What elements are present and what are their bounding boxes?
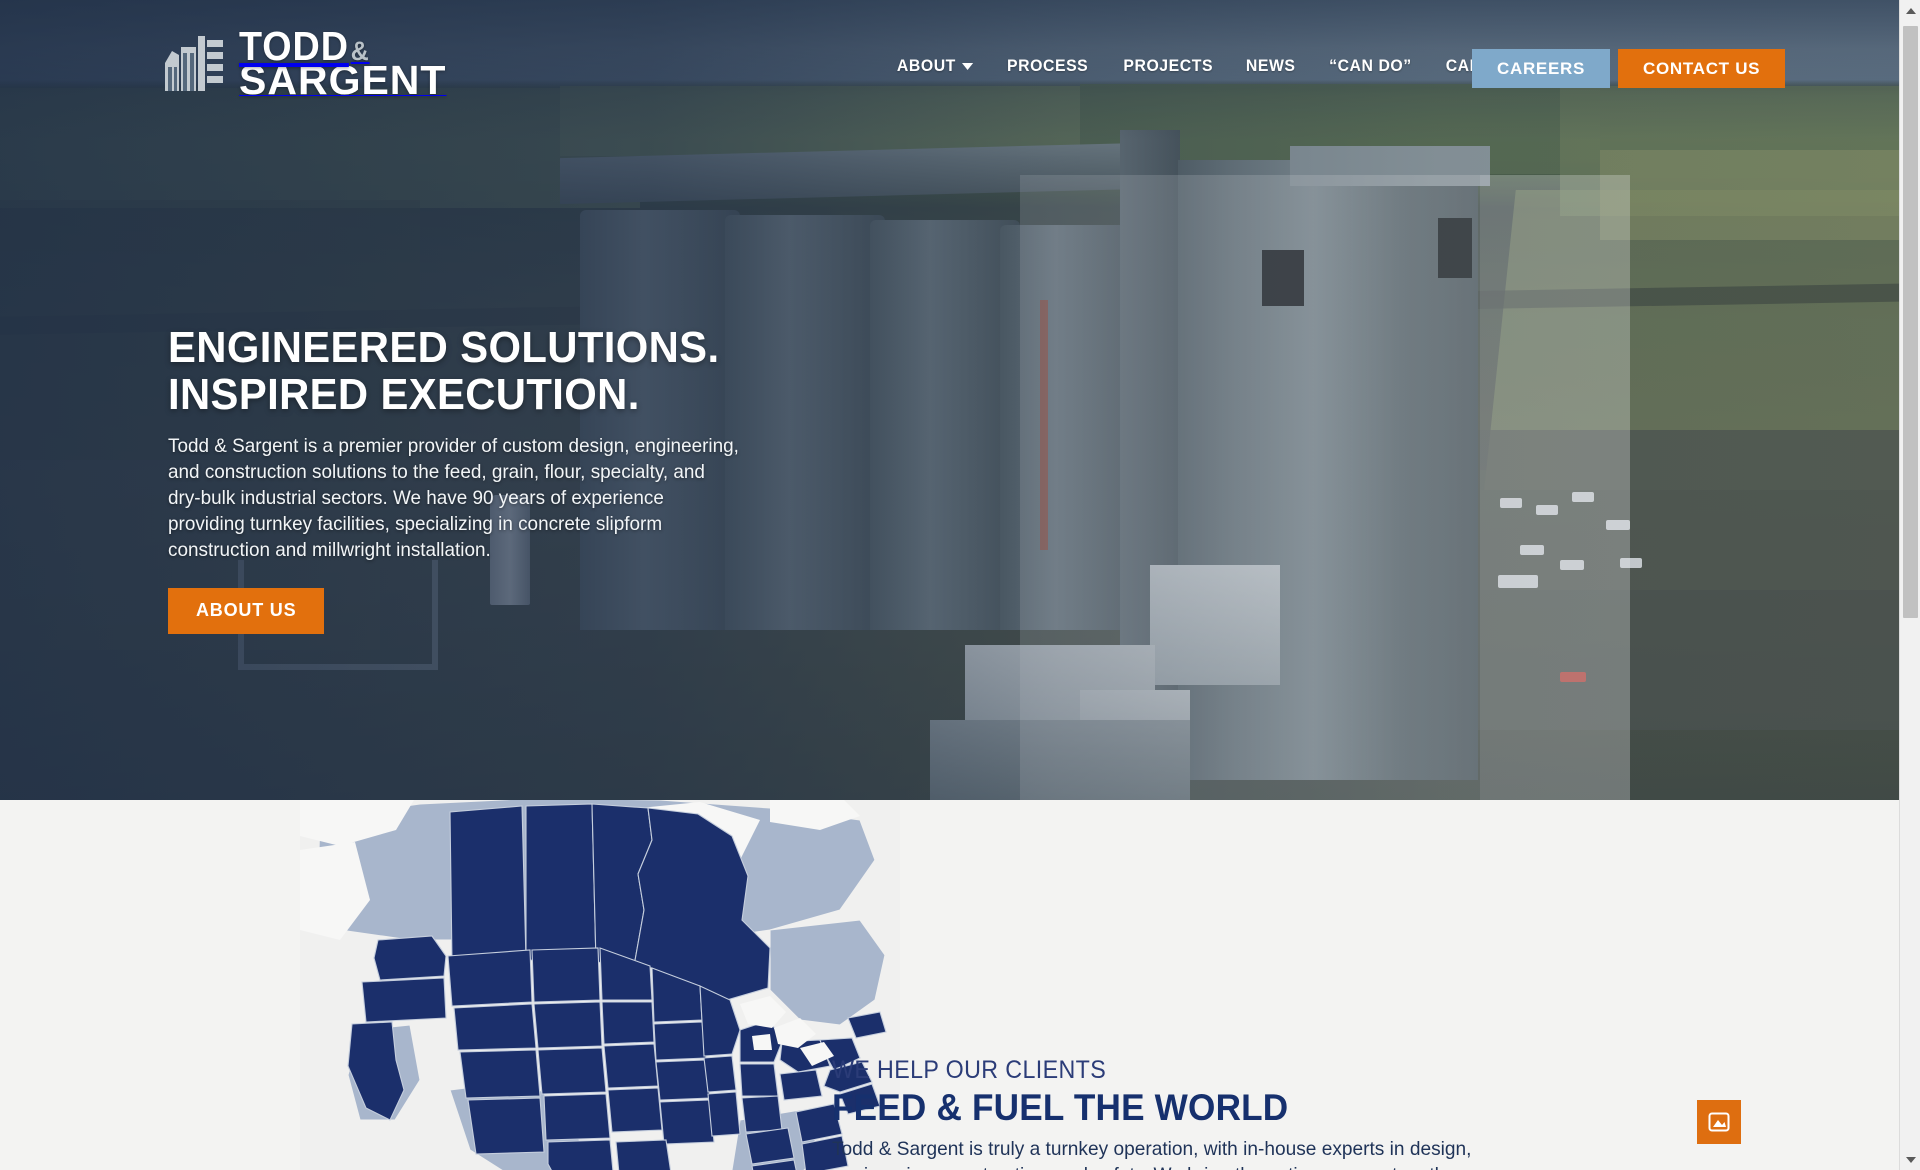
- about-us-button[interactable]: ABOUT US: [168, 587, 325, 634]
- image-photo-icon: [1708, 1112, 1730, 1132]
- header-buttons: CAREERS CONTACT US: [1472, 49, 1786, 88]
- clients-section: WE HELP OUR CLIENTS FEED & FUEL THE WORL…: [0, 800, 1920, 1170]
- nav-label-about: ABOUT: [896, 56, 956, 75]
- scrollbar-thumb[interactable]: [1903, 26, 1918, 618]
- logo-ampersand: &: [350, 36, 370, 66]
- hero-heading: ENGINEERED SOLUTIONS. INSPIRED EXECUTION…: [168, 323, 776, 419]
- site-logo[interactable]: TODD & SARGENT: [163, 23, 446, 100]
- nav-item-can-do[interactable]: “CAN DO”: [1316, 56, 1425, 76]
- careers-button[interactable]: CAREERS: [1472, 49, 1611, 88]
- map-svg: [300, 800, 900, 1170]
- building-silo-icon: [165, 35, 223, 91]
- scrollbar-up-button[interactable]: [1900, 0, 1920, 21]
- scrollbar-down-button[interactable]: [1900, 1149, 1920, 1170]
- page-scrollbar[interactable]: [1899, 0, 1920, 1170]
- logo-wordmark: TODD & SARGENT: [239, 23, 446, 100]
- nav-item-about[interactable]: ABOUT: [884, 56, 987, 76]
- scroll-down-arrow-icon: [1905, 1156, 1916, 1163]
- logo-line-1: TODD &: [239, 23, 430, 69]
- logo-todd-text: TODD: [239, 23, 349, 69]
- scroll-up-arrow-icon: [1905, 7, 1916, 14]
- chevron-down-icon: [962, 63, 974, 71]
- hero-paragraph: Todd & Sargent is a premier provider of …: [168, 435, 739, 561]
- clients-body: Todd & Sargent is truly a turnkey operat…: [832, 1138, 1478, 1170]
- site-header: TODD & SARGENT ABOUT PROCESS PROJECTS NEW…: [0, 0, 1920, 140]
- clients-title: FEED & FUEL THE WORLD: [832, 1087, 1289, 1128]
- north-america-map: [300, 800, 900, 1170]
- main-navigation: ABOUT PROCESS PROJECTS NEWS “CAN DO” CAN…: [880, 56, 1534, 76]
- image-widget-button[interactable]: [1697, 1100, 1741, 1144]
- hero-heading-line-2: INSPIRED EXECUTION.: [168, 369, 640, 419]
- hero-heading-line-1: ENGINEERED SOLUTIONS.: [168, 323, 720, 372]
- clients-eyebrow: WE HELP OUR CLIENTS: [832, 1056, 1107, 1084]
- page-root: ENGINEERED SOLUTIONS. INSPIRED EXECUTION…: [0, 0, 1920, 1170]
- nav-item-projects[interactable]: PROJECTS: [1110, 56, 1226, 76]
- clients-text-block: WE HELP OUR CLIENTS FEED & FUEL THE WORL…: [832, 1056, 1532, 1170]
- nav-item-process[interactable]: PROCESS: [994, 56, 1101, 76]
- nav-item-news[interactable]: NEWS: [1233, 56, 1309, 76]
- contact-us-button[interactable]: CONTACT US: [1618, 49, 1786, 88]
- hero-content: ENGINEERED SOLUTIONS. INSPIRED EXECUTION…: [168, 323, 808, 634]
